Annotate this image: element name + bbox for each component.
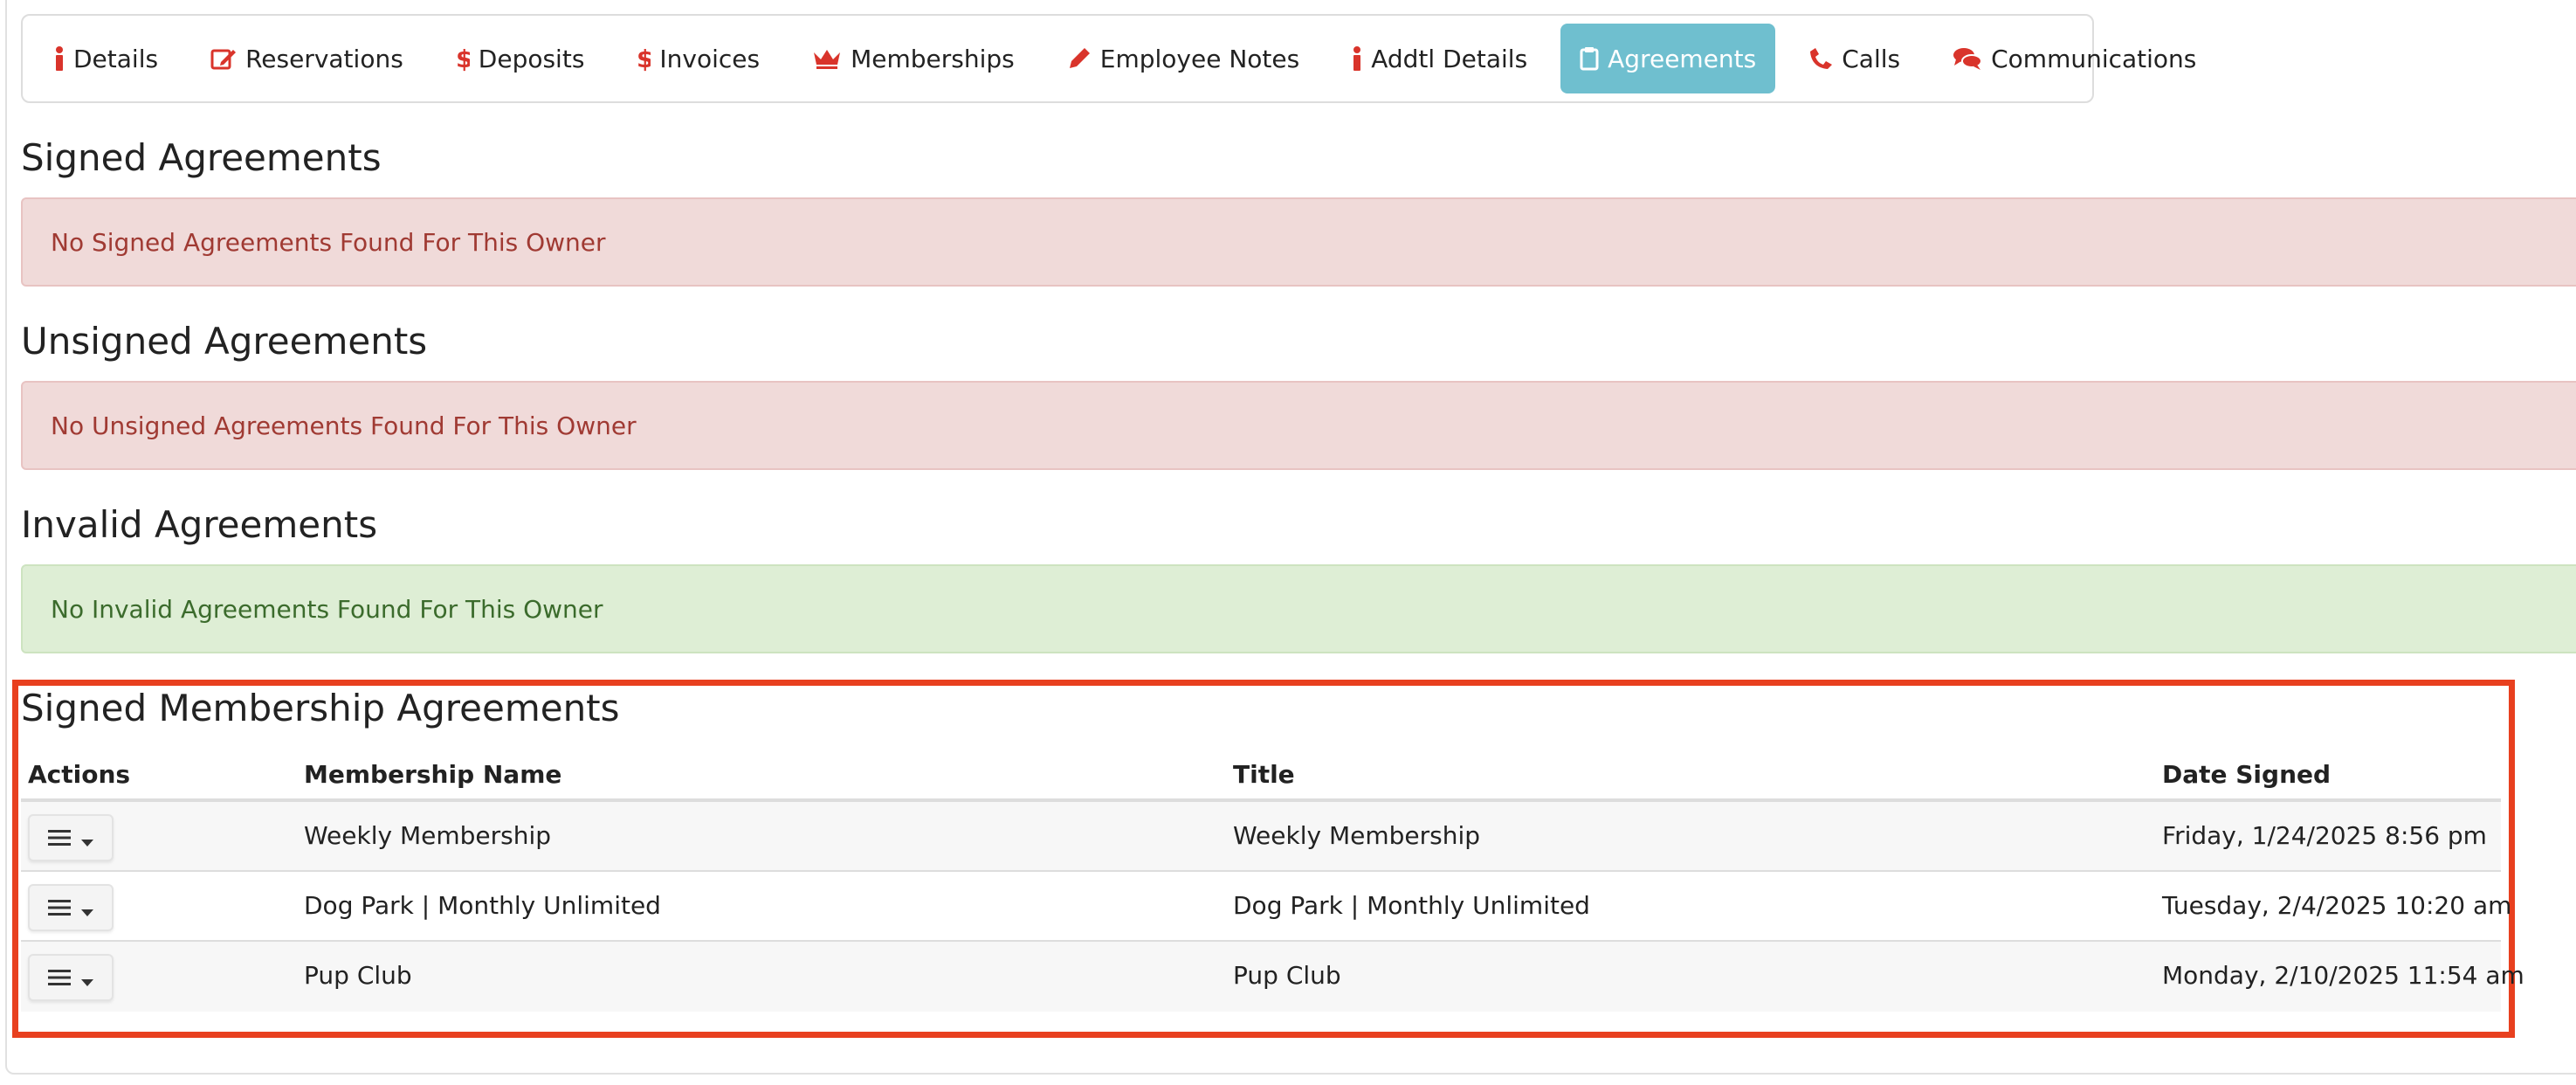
- svg-text:$: $: [637, 45, 651, 72]
- clipboard-icon: [1580, 46, 1599, 71]
- tab-label: Addtl Details: [1371, 44, 1528, 73]
- pencil-icon: [1067, 46, 1092, 71]
- column-header-actions: Actions: [28, 759, 131, 789]
- signed-agreements-heading: Signed Agreements: [21, 136, 382, 179]
- invalid-agreements-alert: No Invalid Agreements Found For This Own…: [21, 564, 2576, 653]
- phone-icon: [1808, 46, 1833, 71]
- dollar-icon: $: [456, 45, 470, 72]
- comments-icon: [1953, 46, 1983, 71]
- dollar-icon: $: [637, 45, 651, 72]
- title-cell: Pup Club: [1233, 961, 1341, 990]
- tab-label: Reservations: [245, 44, 403, 73]
- unsigned-agreements-heading: Unsigned Agreements: [21, 320, 428, 363]
- signed-agreements-alert: No Signed Agreements Found For This Owne…: [21, 197, 2576, 287]
- unsigned-agreements-alert: No Unsigned Agreements Found For This Ow…: [21, 381, 2576, 470]
- info-icon: [54, 45, 65, 72]
- tab-employee-notes[interactable]: Employee Notes: [1048, 24, 1319, 93]
- svg-text:$: $: [456, 45, 470, 72]
- membership-agreements-table: Actions Membership Name Title Date Signe…: [21, 750, 2524, 1012]
- tab-label: Agreements: [1608, 44, 1757, 73]
- table-row: Dog Park | Monthly Unlimited Dog Park | …: [21, 872, 2512, 942]
- membership-name-cell: Weekly Membership: [304, 821, 552, 850]
- hamburger-icon: [48, 894, 71, 923]
- actions-menu-button[interactable]: [28, 954, 114, 1001]
- signed-membership-agreements-heading: Signed Membership Agreements: [21, 687, 620, 729]
- date-signed-cell: Monday, 2/10/2025 11:54 am: [2162, 961, 2524, 990]
- actions-menu-button[interactable]: [28, 814, 114, 861]
- alert-message: No Signed Agreements Found For This Owne…: [51, 227, 606, 257]
- date-signed-cell: Friday, 1/24/2025 8:56 pm: [2162, 821, 2487, 850]
- hamburger-icon: [48, 824, 71, 853]
- tab-bar: Details Reservations $ Deposits $ Invoic…: [21, 14, 2196, 103]
- tab-label: Employee Notes: [1099, 44, 1300, 73]
- tab-calls[interactable]: Calls: [1789, 24, 1919, 93]
- tab-agreements[interactable]: Agreements: [1560, 24, 1776, 93]
- caret-down-icon: [81, 964, 93, 992]
- tab-reservations[interactable]: Reservations: [191, 24, 423, 93]
- tab-addtl-details[interactable]: Addtl Details: [1333, 24, 1546, 93]
- actions-cell: [21, 942, 304, 1001]
- info-icon: [1352, 45, 1362, 72]
- title-cell: Weekly Membership: [1233, 821, 1481, 850]
- column-header-membership-name: Membership Name: [304, 759, 562, 789]
- column-header-title: Title: [1233, 759, 1295, 789]
- actions-cell: [21, 802, 304, 861]
- table-header: Actions Membership Name Title Date Signe…: [21, 750, 2501, 802]
- caret-down-icon: [81, 824, 93, 853]
- membership-name-cell: Dog Park | Monthly Unlimited: [304, 891, 661, 920]
- edit-icon: [210, 46, 237, 71]
- tab-label: Calls: [1842, 44, 1901, 73]
- crown-icon: [812, 47, 842, 70]
- table-row: Weekly Membership Weekly Membership Frid…: [21, 802, 2501, 872]
- tab-communications[interactable]: Communications: [1933, 24, 2215, 93]
- invalid-agreements-heading: Invalid Agreements: [21, 503, 378, 546]
- page: Details Reservations $ Deposits $ Invoic…: [0, 0, 2576, 1085]
- caret-down-icon: [81, 894, 93, 923]
- tab-details[interactable]: Details: [35, 24, 177, 93]
- hamburger-icon: [48, 964, 71, 992]
- tab-label: Details: [73, 44, 159, 73]
- tab-label: Memberships: [851, 44, 1015, 73]
- alert-message: No Unsigned Agreements Found For This Ow…: [51, 411, 637, 440]
- actions-cell: [21, 872, 304, 931]
- tab-label: Invoices: [659, 44, 761, 73]
- date-signed-cell: Tuesday, 2/4/2025 10:20 am: [2162, 891, 2512, 920]
- tab-invoices[interactable]: $ Invoices: [617, 24, 779, 93]
- tab-deposits[interactable]: $ Deposits: [437, 24, 604, 93]
- alert-message: No Invalid Agreements Found For This Own…: [51, 594, 603, 624]
- membership-name-cell: Pup Club: [304, 961, 412, 990]
- table-row: Pup Club Pup Club Monday, 2/10/2025 11:5…: [21, 942, 2524, 1012]
- tab-label: Communications: [1991, 44, 2197, 73]
- title-cell: Dog Park | Monthly Unlimited: [1233, 891, 1590, 920]
- tab-label: Deposits: [478, 44, 585, 73]
- column-header-date-signed: Date Signed: [2162, 759, 2331, 789]
- tab-memberships[interactable]: Memberships: [793, 24, 1034, 93]
- actions-menu-button[interactable]: [28, 884, 114, 931]
